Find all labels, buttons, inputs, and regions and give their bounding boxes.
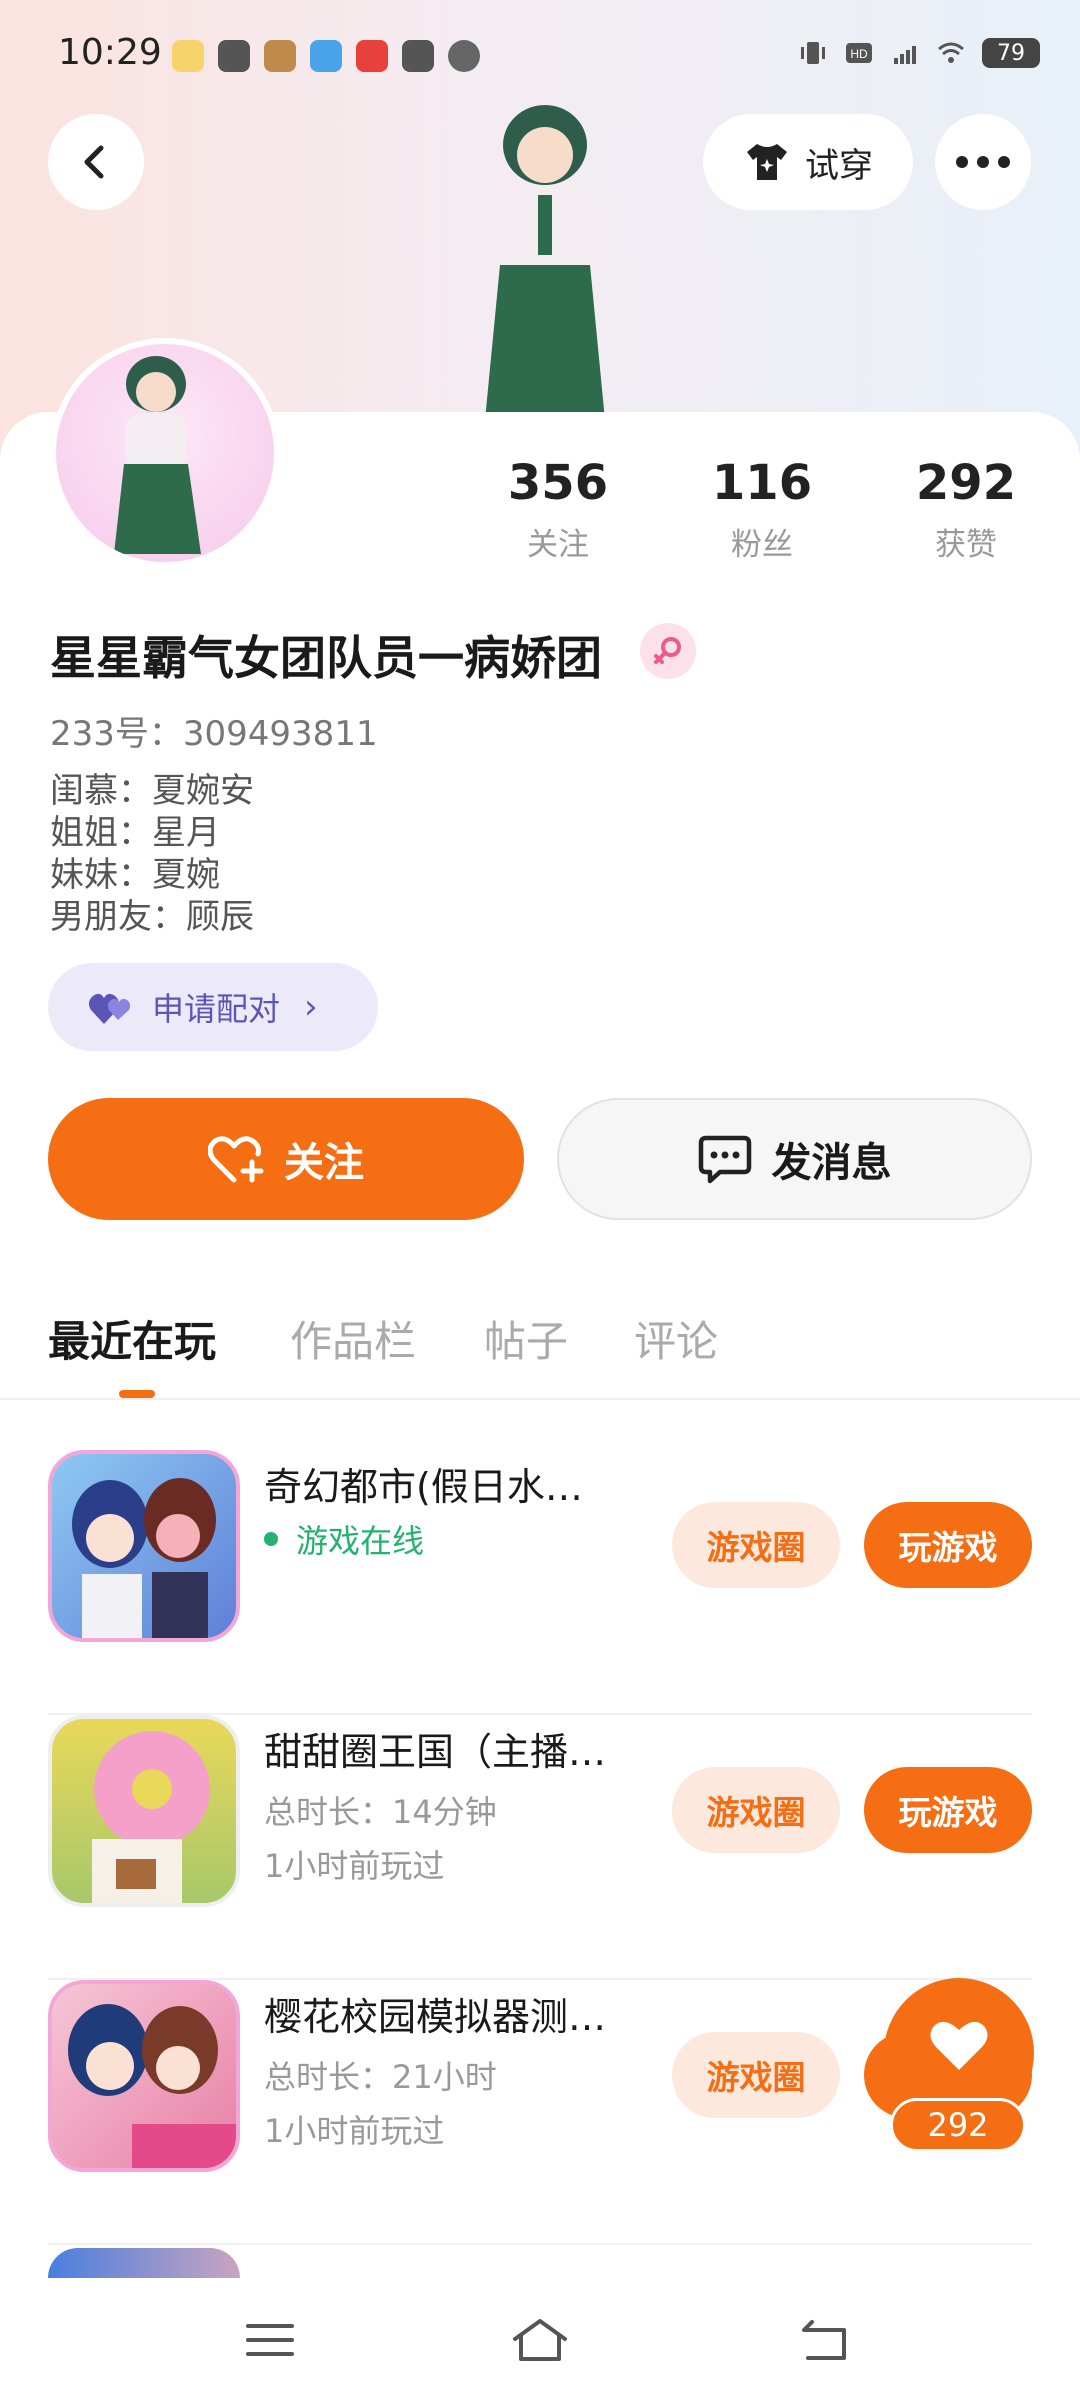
notification-icons	[172, 40, 480, 72]
game-icon-art	[72, 1478, 216, 1638]
app-notification-icon	[218, 40, 250, 72]
home-button[interactable]	[510, 2310, 570, 2370]
like-count-badge: 292	[890, 2098, 1026, 2152]
app-notification-icon	[264, 40, 296, 72]
stat-following[interactable]: 356 关注	[488, 455, 628, 564]
game-list-item[interactable]: 奇幻都市(假日水… 游戏在线 游戏圈 玩游戏	[48, 1450, 1032, 1715]
game-circle-button[interactable]: 游戏圈	[672, 2032, 840, 2118]
double-heart-icon	[88, 993, 131, 1024]
game-list-item[interactable]: 樱花校园模拟器测… 总时长：21小时 1小时前玩过 游戏圈 玩游戏	[48, 1980, 1032, 2245]
hd-icon: HD	[846, 43, 872, 63]
apply-pair-label: 申请配对	[152, 990, 281, 1028]
chat-notification-icon	[448, 40, 480, 72]
app-notification-icon	[310, 40, 342, 72]
game-title: 樱花校园模拟器测…	[264, 1995, 607, 2039]
game-circle-button[interactable]: 游戏圈	[672, 1502, 840, 1588]
system-indicators: HD 79	[798, 38, 1040, 68]
more-options-button[interactable]	[935, 114, 1031, 210]
return-icon	[802, 2320, 846, 2360]
stat-likes-label: 获赞	[935, 527, 997, 563]
stat-followers-label: 粉丝	[731, 527, 793, 563]
game-icon[interactable]	[48, 1450, 240, 1642]
game-title: 甜甜圈王国（主播…	[264, 1730, 607, 1774]
send-message-label: 发消息	[771, 1140, 892, 1186]
home-icon	[513, 2319, 567, 2361]
vibrate-icon	[801, 42, 825, 64]
stat-likes-count: 292	[915, 455, 1017, 511]
heart-plus-icon	[208, 1136, 264, 1183]
game-icon-art	[68, 2004, 236, 2168]
game-icon[interactable]	[48, 1980, 240, 2172]
game-duration: 总时长：14分钟	[264, 1793, 497, 1831]
app-notification-icon	[172, 40, 204, 72]
apply-pair-button[interactable]: 申请配对 ›	[48, 963, 378, 1051]
play-game-button[interactable]: 玩游戏	[864, 1767, 1032, 1853]
back-arrow-icon	[84, 145, 104, 179]
game-icon-partial	[48, 2248, 240, 2278]
app-notification-icon	[356, 40, 388, 72]
game-circle-button[interactable]: 游戏圈	[672, 1767, 840, 1853]
chat-bubble-icon	[698, 1135, 751, 1184]
game-icon[interactable]	[48, 1715, 240, 1907]
wifi-icon	[938, 42, 964, 63]
game-title: 奇幻都市(假日水…	[264, 1465, 583, 1509]
avatar-figure	[114, 356, 201, 554]
app-notification-icon	[402, 40, 434, 72]
send-message-button[interactable]: 发消息	[557, 1098, 1032, 1220]
tshirt-icon	[747, 144, 787, 180]
avatar[interactable]	[50, 338, 280, 568]
game-list-item[interactable]: 甜甜圈王国（主播… 总时长：14分钟 1小时前玩过 游戏圈 玩游戏	[48, 1715, 1032, 1980]
bio-line: 妹妹：夏婉	[50, 855, 220, 895]
follow-label: 关注	[284, 1140, 364, 1186]
game-last-played: 1小时前玩过	[264, 2112, 445, 2150]
back-nav-button[interactable]	[795, 2310, 855, 2370]
avatar-3d-figure	[470, 105, 620, 420]
profile-tabs: 最近在玩 作品栏 帖子 评论	[0, 1300, 1080, 1400]
stat-followers[interactable]: 116 粉丝	[692, 455, 832, 564]
tab-works[interactable]: 作品栏	[290, 1308, 416, 1369]
follow-button[interactable]: 关注	[48, 1098, 524, 1220]
game-icon-art	[92, 1731, 210, 1903]
game-online-label: 游戏在线	[296, 1522, 425, 1560]
game-online-status: 游戏在线	[264, 1516, 424, 1562]
more-dots-icon	[956, 156, 1010, 168]
svg-text:HD: HD	[850, 47, 868, 61]
status-bar: 10:29 HD 79	[0, 0, 1080, 110]
chevron-right-icon: ›	[304, 987, 318, 1027]
signal-icon	[894, 46, 916, 64]
menu-lines-icon	[246, 2324, 294, 2356]
back-button[interactable]	[48, 114, 144, 210]
recent-apps-button[interactable]	[240, 2310, 300, 2370]
stat-following-label: 关注	[527, 527, 589, 563]
bio-line: 男朋友：顾辰	[50, 897, 254, 937]
row-divider	[48, 2243, 1032, 2245]
try-on-button[interactable]: 试穿	[703, 114, 913, 210]
female-symbol-icon	[654, 637, 681, 664]
play-game-button[interactable]: 玩游戏	[864, 1502, 1032, 1588]
online-dot-icon	[264, 1532, 278, 1546]
game-last-played: 1小时前玩过	[264, 1847, 445, 1885]
bio-line: 姐姐：星月	[50, 813, 220, 853]
bio: 闺慕：夏婉安 姐姐：星月 妹妹：夏婉 男朋友：顾辰	[50, 770, 254, 938]
bio-line: 闺慕：夏婉安	[50, 771, 254, 811]
tab-posts[interactable]: 帖子	[484, 1308, 568, 1369]
try-on-label: 试穿	[805, 145, 873, 186]
stat-likes[interactable]: 292 获赞	[896, 455, 1036, 564]
tab-comments[interactable]: 评论	[634, 1308, 718, 1369]
stat-following-count: 356	[507, 455, 609, 511]
tabs-divider	[0, 1398, 1080, 1400]
system-navigation-bar	[0, 2280, 1080, 2400]
game-duration: 总时长：21小时	[264, 2058, 497, 2096]
tab-recently-played[interactable]: 最近在玩	[48, 1308, 216, 1369]
heart-icon	[930, 2021, 988, 2070]
active-tab-indicator	[119, 1390, 155, 1398]
stat-followers-count: 116	[711, 455, 813, 511]
battery-indicator: 79	[982, 38, 1040, 68]
user-id: 233号：309493811	[50, 714, 378, 754]
status-time: 10:29	[58, 32, 162, 73]
female-gender-badge	[640, 623, 696, 679]
username: 星星霸气女团队员一病娇团	[50, 631, 602, 685]
